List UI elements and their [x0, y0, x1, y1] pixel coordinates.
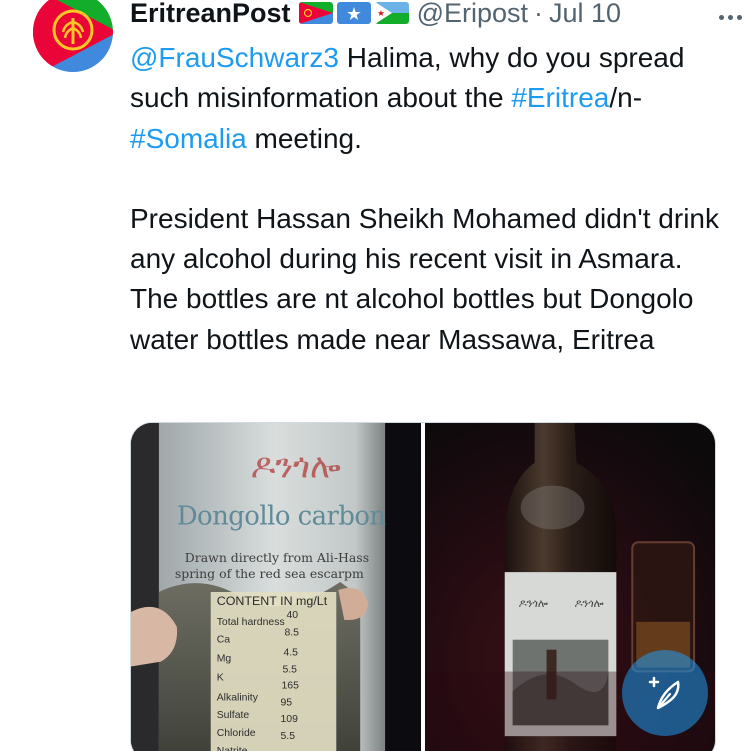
avatar[interactable] [33, 0, 113, 72]
label-row-value: 95 [280, 697, 292, 708]
label-row-value: 165 [281, 680, 299, 691]
label-row-name: Natrite [217, 746, 248, 751]
text-fragment: /n- [609, 82, 643, 114]
label-row-value: 109 [280, 714, 298, 725]
mention-link[interactable]: @FrauSchwarz3 [130, 42, 339, 73]
author-display-name[interactable]: EritreanPost [130, 0, 291, 29]
tweet-paragraph-2: President Hassan Sheikh Mohamed didn't d… [130, 202, 719, 355]
hashtag-eritrea-link[interactable]: #Eritrea [511, 82, 609, 113]
tweet-text: @FrauSchwarz3 Halima, why do you spread … [130, 38, 730, 360]
label-row-name: Ca [217, 635, 231, 646]
label-row-name: Chloride [217, 728, 256, 739]
label-row-name: Sulfate [217, 710, 250, 721]
label-row-name: Alkalinity [217, 692, 259, 703]
label-row-value: 4.5 [283, 648, 298, 659]
tweet-header: EritreanPost @Eripost · Jul 10 [130, 0, 730, 30]
label-row-name: Total hardness [217, 617, 285, 628]
label-row-value: 40 [286, 610, 298, 621]
author-flags [298, 2, 409, 24]
label-brand-text: Dongollo carbon [177, 501, 386, 531]
label-amharic-small: ዶንጎሎ [519, 597, 548, 610]
separator-dot: · [534, 0, 544, 28]
more-options-icon[interactable] [710, 4, 750, 30]
label-row-value: 5.5 [282, 665, 297, 676]
label-amharic-text: ዶንጎሎ [251, 447, 341, 486]
tweet-paragraph-1: @FrauSchwarz3 Halima, why do you spread … [130, 38, 730, 159]
tweet[interactable]: EritreanPost @Eripost · Jul 10 @FrauSchw… [0, 0, 750, 751]
eritrea-emblem-icon [33, 0, 113, 72]
djibouti-flag-icon [374, 2, 409, 24]
bottle-label-photo: ዶንጎሎ Dongollo carbon Drawn directly from… [131, 423, 421, 751]
label-row-value: 5.5 [280, 731, 295, 742]
eritrea-flag-icon [298, 2, 333, 24]
label-table-header: CONTENT IN mg/Lt [217, 594, 328, 608]
label-row-value: 8.5 [284, 628, 299, 639]
hashtag-somalia-link[interactable]: #Somalia [130, 123, 247, 154]
media-photo-bottle-label[interactable]: ዶንጎሎ Dongollo carbon Drawn directly from… [131, 423, 421, 751]
author-handle[interactable]: @Eripost [417, 0, 528, 29]
svg-text:ዶንጎሎ: ዶንጎሎ [574, 597, 603, 610]
text-fragment: meeting. [246, 122, 362, 154]
feather-plus-icon [648, 676, 680, 710]
label-row-name: K [217, 672, 224, 683]
compose-button[interactable] [622, 650, 708, 736]
label-tagline-1: Drawn directly from Ali-Hass [185, 550, 369, 565]
tweet-date[interactable]: Jul 10 [549, 0, 621, 29]
label-tagline-2: spring of the red sea escarpm [175, 566, 364, 581]
label-row-name: Mg [217, 654, 232, 665]
somalia-flag-icon [336, 2, 371, 24]
